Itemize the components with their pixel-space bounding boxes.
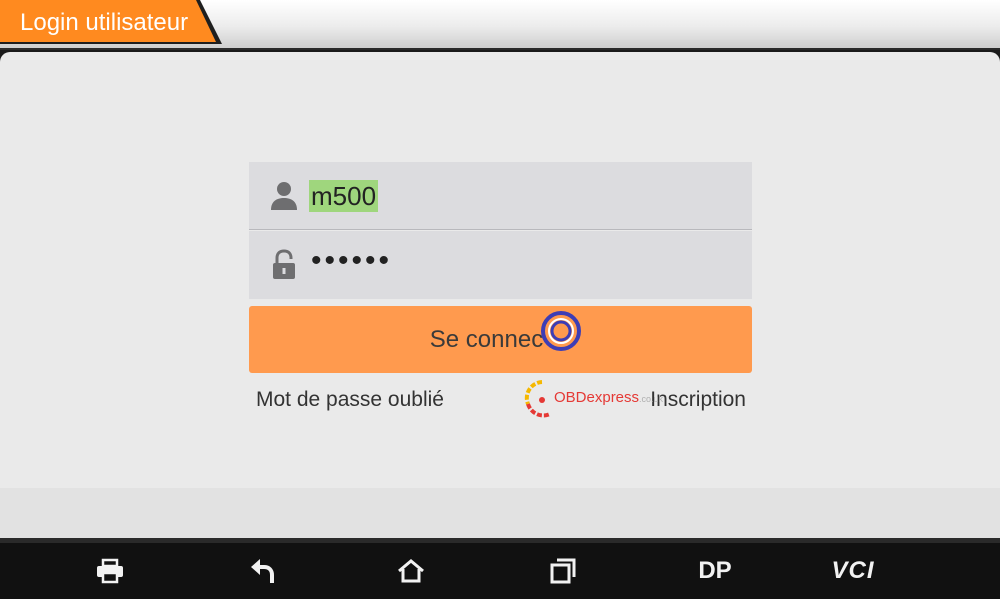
dp-button[interactable]: DP: [690, 551, 740, 591]
print-icon[interactable]: [85, 551, 135, 591]
vci-button[interactable]: VCI: [828, 551, 878, 591]
password-field[interactable]: ••••••: [249, 231, 752, 299]
user-icon: [269, 180, 299, 212]
header-tab: Login utilisateur: [0, 0, 226, 44]
dp-label: DP: [698, 557, 732, 584]
title-bar: Login utilisateur: [0, 0, 1000, 50]
forgot-password-link[interactable]: Mot de passe oublié: [256, 386, 444, 414]
vci-label: VCI: [831, 557, 875, 584]
password-value[interactable]: ••••••: [311, 245, 392, 277]
content-footer-strip: [0, 488, 1000, 538]
watermark: OBDexpress.co.uk: [524, 378, 674, 418]
bottom-navigation-bar: DP VCI: [0, 538, 1000, 599]
username-field[interactable]: m500: [249, 162, 752, 230]
watermark-text: OBDexpress.co.uk: [554, 389, 664, 406]
recent-apps-icon[interactable]: [538, 551, 588, 591]
watermark-logo-icon: [524, 380, 551, 418]
login-button-label: Se connec: [429, 326, 544, 353]
home-icon[interactable]: [386, 551, 436, 591]
login-screen: Login utilisateur m500 •••••• Se connect…: [0, 0, 1000, 599]
page-title: Login utilisateur: [20, 9, 189, 36]
login-button[interactable]: Se connecter: [249, 306, 752, 373]
back-icon[interactable]: [237, 551, 287, 591]
username-value[interactable]: m500: [309, 180, 379, 212]
lock-icon: [269, 249, 299, 281]
touch-indicator-icon: [541, 311, 581, 351]
